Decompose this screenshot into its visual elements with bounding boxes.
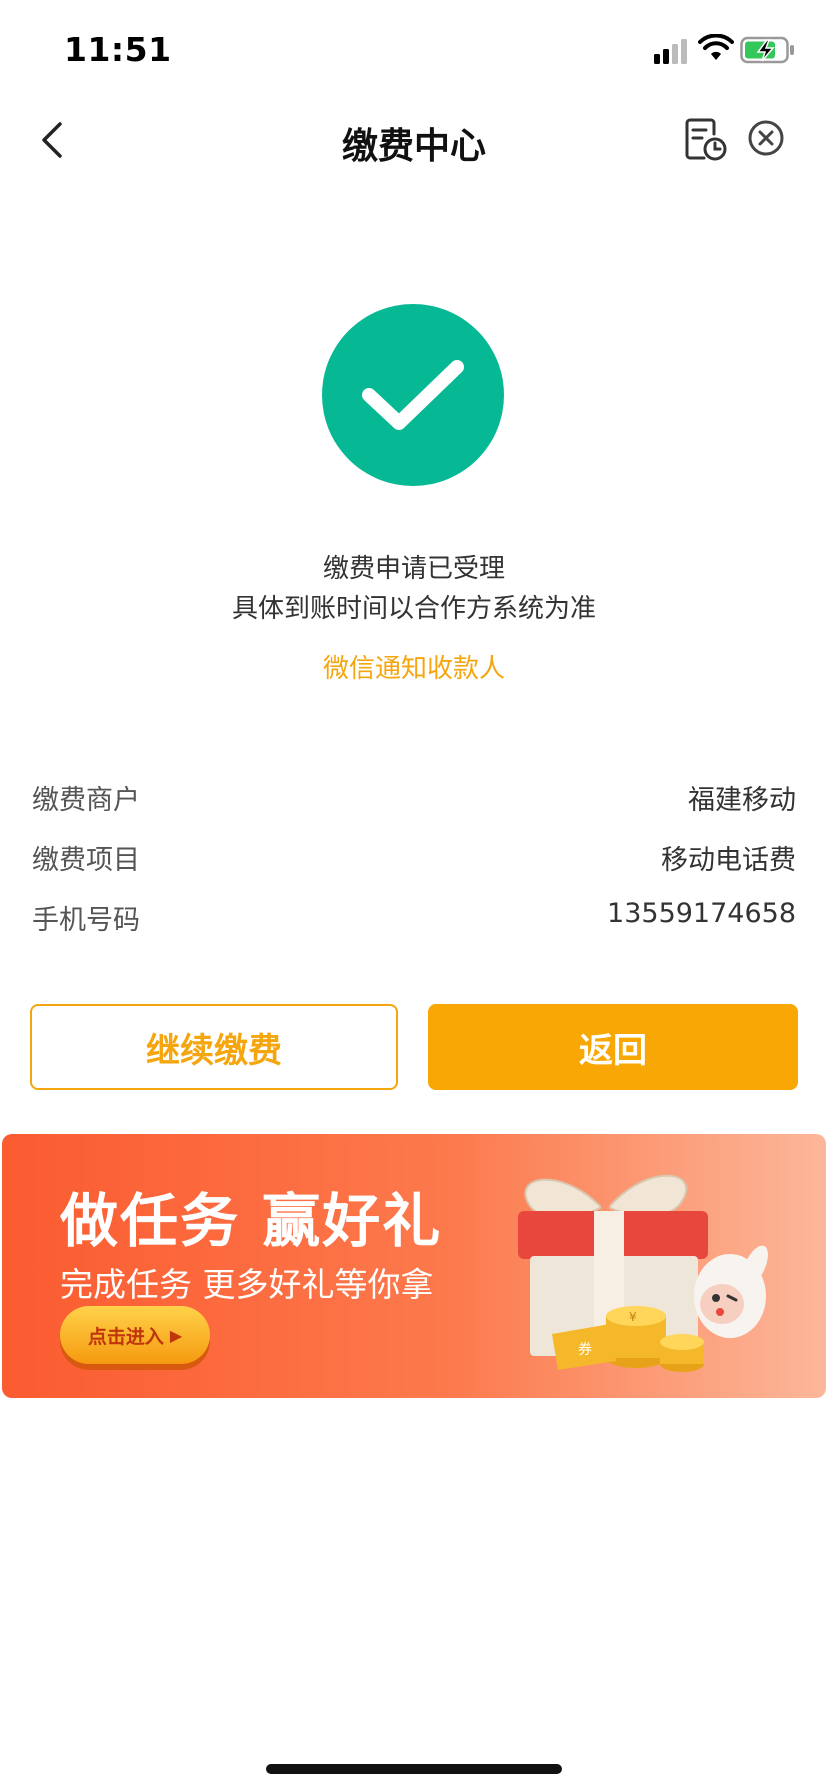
gift-box-illustration: ¥ 券 — [518, 1174, 768, 1372]
coupon-label: 券 — [578, 1342, 592, 1358]
item-label: 缴费项目 — [32, 845, 140, 876]
play-arrow-icon: ▶ — [169, 1325, 183, 1345]
notify-payee-link[interactable]: 微信通知收款人 — [0, 648, 828, 685]
task-reward-banner[interactable]: 做任务 赢好礼 完成任务 更多好礼等你拿 点击进入 ▶ ¥ 券 — [2, 1134, 826, 1398]
banner-cta-label: 点击进入 — [87, 1325, 164, 1348]
continue-payment-button[interactable]: 继续缴费 — [30, 1004, 398, 1090]
phone-label: 手机号码 — [32, 905, 140, 936]
result-message: 缴费申请已受理 — [322, 554, 505, 584]
banner-subtitle: 完成任务 更多好礼等你拿 — [60, 1265, 434, 1304]
svg-text:¥: ¥ — [629, 1310, 637, 1324]
result-note: 具体到账时间以合作方系统为准 — [231, 594, 596, 624]
merchant-label: 缴费商户 — [32, 785, 140, 816]
battery-charging-icon — [740, 36, 794, 64]
item-value: 移动电话费 — [661, 845, 796, 876]
banner-title: 做任务 赢好礼 — [60, 1187, 443, 1255]
status-time: 11:51 — [64, 30, 172, 69]
success-check-icon — [322, 304, 504, 486]
merchant-value: 福建移动 — [688, 785, 796, 816]
home-indicator — [266, 1764, 562, 1774]
close-icon[interactable] — [746, 118, 786, 158]
banner-enter-button[interactable]: 点击进入 ▶ — [60, 1306, 210, 1364]
return-button[interactable]: 返回 — [428, 1004, 798, 1090]
phone-value: 13559174658 — [607, 898, 796, 929]
cellular-signal-icon — [654, 39, 687, 64]
payment-history-icon[interactable] — [684, 118, 728, 162]
wifi-icon — [698, 34, 734, 60]
